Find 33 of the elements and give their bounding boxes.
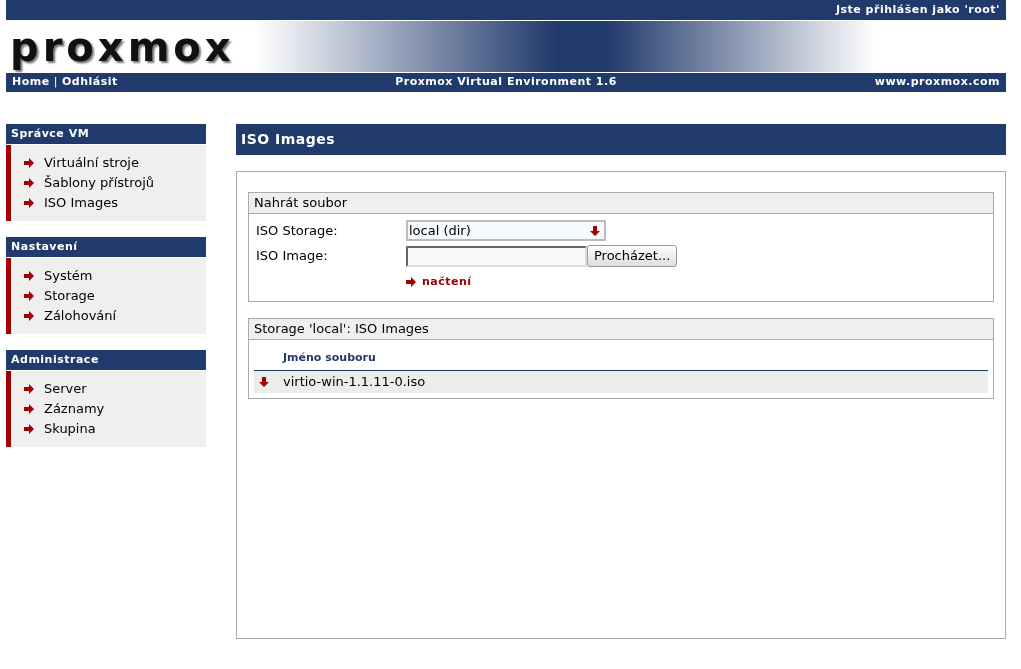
sidebar-heading: Administrace bbox=[6, 350, 206, 370]
file-input[interactable] bbox=[406, 245, 587, 267]
file-row[interactable]: virtio-win-1.1.11-0.iso bbox=[254, 371, 988, 393]
arrow-icon bbox=[406, 277, 416, 288]
product-title: Proxmox Virtual Environment 1.6 bbox=[395, 74, 617, 91]
nav-link[interactable]: Home bbox=[12, 74, 50, 91]
website-link[interactable]: www.proxmox.com bbox=[700, 74, 1000, 91]
sidebar-link[interactable]: Storage bbox=[44, 286, 95, 306]
field-label: ISO Image: bbox=[256, 247, 329, 266]
nav-separator: | bbox=[53, 74, 58, 91]
page-title: ISO Images bbox=[236, 124, 1006, 155]
file-name: virtio-win-1.1.11-0.iso bbox=[283, 373, 426, 392]
sidebar-link[interactable]: Skupina bbox=[44, 419, 96, 439]
sidebar-link[interactable]: Šablony přístrojů bbox=[44, 173, 155, 193]
nav-link[interactable]: Odhlásit bbox=[61, 74, 118, 91]
panel-title: Nahrát soubor bbox=[249, 193, 993, 214]
storage-select[interactable]: local (dir) bbox=[406, 220, 606, 241]
sidebar-link[interactable]: Záznamy bbox=[44, 399, 105, 419]
dropdown-arrow-icon bbox=[590, 225, 600, 236]
sidebar-link[interactable]: Systém bbox=[44, 266, 93, 286]
sidebar-heading: Správce VM bbox=[6, 124, 206, 144]
upload-link[interactable]: načtení bbox=[422, 274, 472, 291]
sidebar-link[interactable]: Zálohování bbox=[44, 306, 117, 326]
sidebar-link[interactable]: Server bbox=[44, 379, 87, 399]
sidebar-heading: Nastavení bbox=[6, 237, 206, 257]
panel-title: Storage 'local': ISO Images bbox=[249, 318, 993, 340]
column-header: Jméno souboru bbox=[283, 350, 376, 364]
login-status: Jste přihlášen jako 'root' bbox=[835, 1, 1000, 18]
download-arrow-icon bbox=[259, 377, 269, 387]
sidebar-link[interactable]: Virtuální stroje bbox=[44, 153, 139, 173]
field-label: ISO Storage: bbox=[256, 221, 339, 240]
browse-button[interactable]: Procházet... bbox=[587, 245, 678, 267]
sidebar-link[interactable]: ISO Images bbox=[44, 193, 118, 213]
